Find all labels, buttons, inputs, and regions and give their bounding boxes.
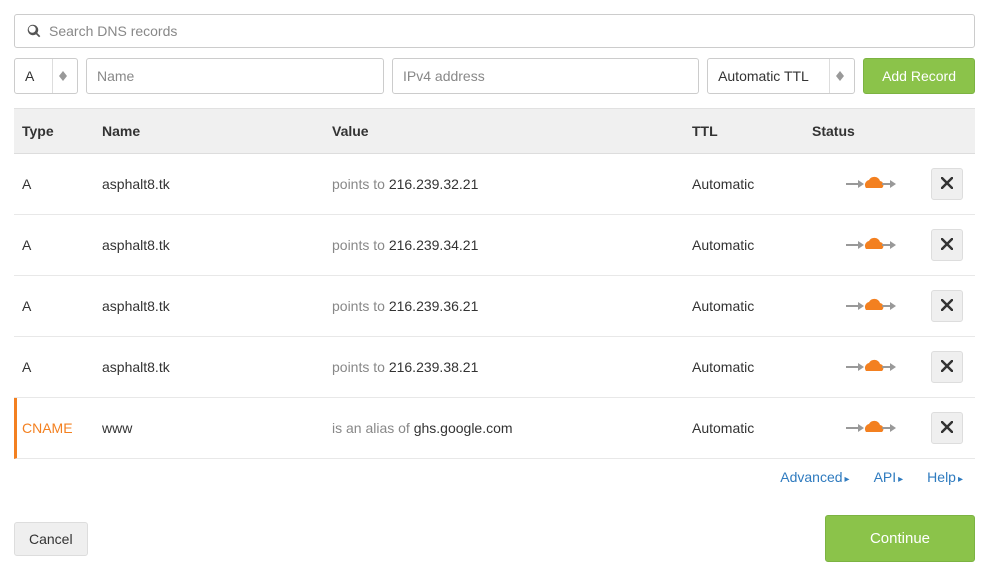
proxy-cloud-icon[interactable]	[844, 235, 896, 255]
cell-type: CNAME	[22, 420, 102, 436]
record-type-value: A	[25, 68, 46, 84]
bottom-bar: Cancel Continue	[0, 505, 989, 576]
record-value-input[interactable]	[403, 68, 688, 84]
delete-button[interactable]	[931, 412, 963, 444]
cell-type: A	[22, 237, 102, 253]
cell-value: points to 216.239.34.21	[332, 237, 692, 253]
proxy-cloud-icon[interactable]	[844, 296, 896, 316]
th-status: Status	[812, 123, 927, 139]
cell-ttl: Automatic	[692, 176, 812, 192]
table-row[interactable]: Aasphalt8.tkpoints to 216.239.34.21Autom…	[14, 215, 975, 276]
delete-button[interactable]	[931, 229, 963, 261]
footer-links: Advanced▸ API▸ Help▸	[14, 459, 975, 491]
record-type-select[interactable]: A	[14, 58, 78, 94]
close-icon	[941, 298, 953, 314]
record-value-field[interactable]	[392, 58, 699, 94]
record-ttl-select[interactable]: Automatic TTL	[707, 58, 855, 94]
close-icon	[941, 176, 953, 192]
advanced-link[interactable]: Advanced▸	[780, 469, 849, 485]
api-link[interactable]: API▸	[874, 469, 904, 485]
cancel-button[interactable]: Cancel	[14, 522, 88, 556]
proxy-cloud-icon[interactable]	[844, 418, 896, 438]
cell-status[interactable]	[812, 418, 927, 438]
cell-name: asphalt8.tk	[102, 237, 332, 253]
cell-ttl: Automatic	[692, 420, 812, 436]
cell-ttl: Automatic	[692, 359, 812, 375]
table-row[interactable]: Aasphalt8.tkpoints to 216.239.36.21Autom…	[14, 276, 975, 337]
cell-status[interactable]	[812, 357, 927, 377]
record-ttl-value: Automatic TTL	[718, 68, 823, 84]
cell-value: points to 216.239.38.21	[332, 359, 692, 375]
table-row[interactable]: Aasphalt8.tkpoints to 216.239.38.21Autom…	[14, 337, 975, 398]
cell-name: asphalt8.tk	[102, 298, 332, 314]
th-value: Value	[332, 123, 692, 139]
cell-type: A	[22, 176, 102, 192]
continue-button[interactable]: Continue	[825, 515, 975, 562]
cell-ttl: Automatic	[692, 237, 812, 253]
close-icon	[941, 359, 953, 375]
record-name-input[interactable]	[97, 68, 373, 84]
cell-name: www	[102, 420, 332, 436]
stepper-icon	[52, 59, 67, 93]
cell-type: A	[22, 298, 102, 314]
add-record-button[interactable]: Add Record	[863, 58, 975, 94]
proxy-cloud-icon[interactable]	[844, 357, 896, 377]
cell-name: asphalt8.tk	[102, 176, 332, 192]
search-input[interactable]	[49, 23, 962, 39]
record-name-field[interactable]	[86, 58, 384, 94]
cell-value: points to 216.239.36.21	[332, 298, 692, 314]
add-record-form: A Automatic TTL Add Record	[14, 58, 975, 94]
cell-name: asphalt8.tk	[102, 359, 332, 375]
close-icon	[941, 237, 953, 253]
help-link[interactable]: Help▸	[927, 469, 963, 485]
table-row[interactable]: Aasphalt8.tkpoints to 216.239.32.21Autom…	[14, 154, 975, 215]
th-ttl: TTL	[692, 123, 812, 139]
cell-value: is an alias of ghs.google.com	[332, 420, 692, 436]
proxy-cloud-icon[interactable]	[844, 174, 896, 194]
cell-type: A	[22, 359, 102, 375]
close-icon	[941, 420, 953, 436]
dns-table: Type Name Value TTL Status Aasphalt8.tkp…	[14, 108, 975, 459]
search-icon	[27, 24, 41, 38]
th-name: Name	[102, 123, 332, 139]
table-header: Type Name Value TTL Status	[14, 109, 975, 154]
cell-ttl: Automatic	[692, 298, 812, 314]
search-bar[interactable]	[14, 14, 975, 48]
delete-button[interactable]	[931, 290, 963, 322]
cell-status[interactable]	[812, 235, 927, 255]
delete-button[interactable]	[931, 168, 963, 200]
stepper-icon	[829, 59, 844, 93]
delete-button[interactable]	[931, 351, 963, 383]
cell-status[interactable]	[812, 174, 927, 194]
th-type: Type	[22, 123, 102, 139]
table-row[interactable]: CNAMEwwwis an alias of ghs.google.comAut…	[14, 398, 975, 459]
cell-value: points to 216.239.32.21	[332, 176, 692, 192]
cell-status[interactable]	[812, 296, 927, 316]
